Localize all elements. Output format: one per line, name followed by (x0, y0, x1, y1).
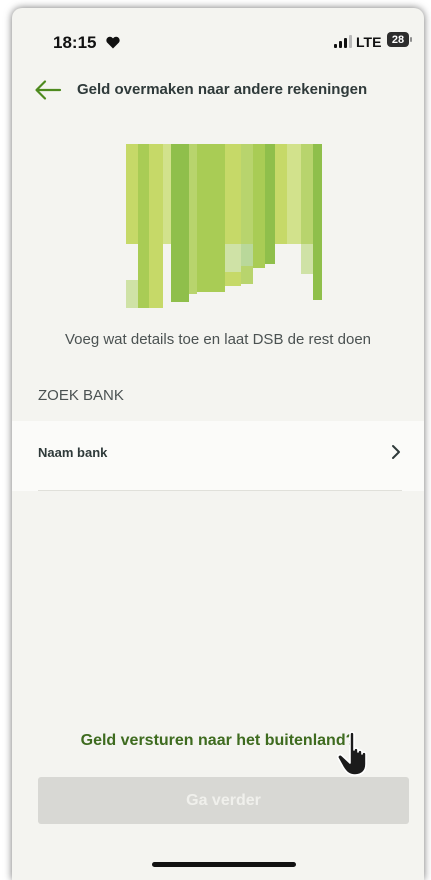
search-bank-label: ZOEK BANK (38, 387, 124, 404)
status-bar: 18:15 LTE 28 (12, 8, 424, 58)
intro-text: Voeg wat details toe en laat DSB de rest… (64, 331, 372, 348)
network-type: LTE (356, 34, 382, 50)
chevron-right-icon (392, 445, 400, 459)
phone-frame: 18:15 LTE 28 Geld overmaken naar andere … (12, 8, 424, 880)
battery-level: 28 (391, 33, 405, 46)
status-time: 18:15 (53, 33, 97, 52)
home-indicator[interactable] (152, 862, 296, 867)
bank-name-label: Naam bank (38, 445, 108, 460)
battery-nub (410, 37, 412, 42)
pointer-hand-icon (337, 731, 367, 776)
bank-name-selector[interactable]: Naam bank (12, 421, 424, 491)
arrow-left-icon[interactable] (34, 79, 62, 101)
page-title: Geld overmaken naar andere rekeningen (77, 81, 368, 98)
signal-icon (334, 35, 352, 48)
battery-icon: 28 (387, 32, 409, 47)
bank-illustration (126, 144, 322, 308)
heart-icon (106, 36, 120, 49)
header: Geld overmaken naar andere rekeningen (12, 68, 424, 108)
divider (38, 490, 402, 491)
continue-button[interactable]: Ga verder (38, 777, 409, 824)
